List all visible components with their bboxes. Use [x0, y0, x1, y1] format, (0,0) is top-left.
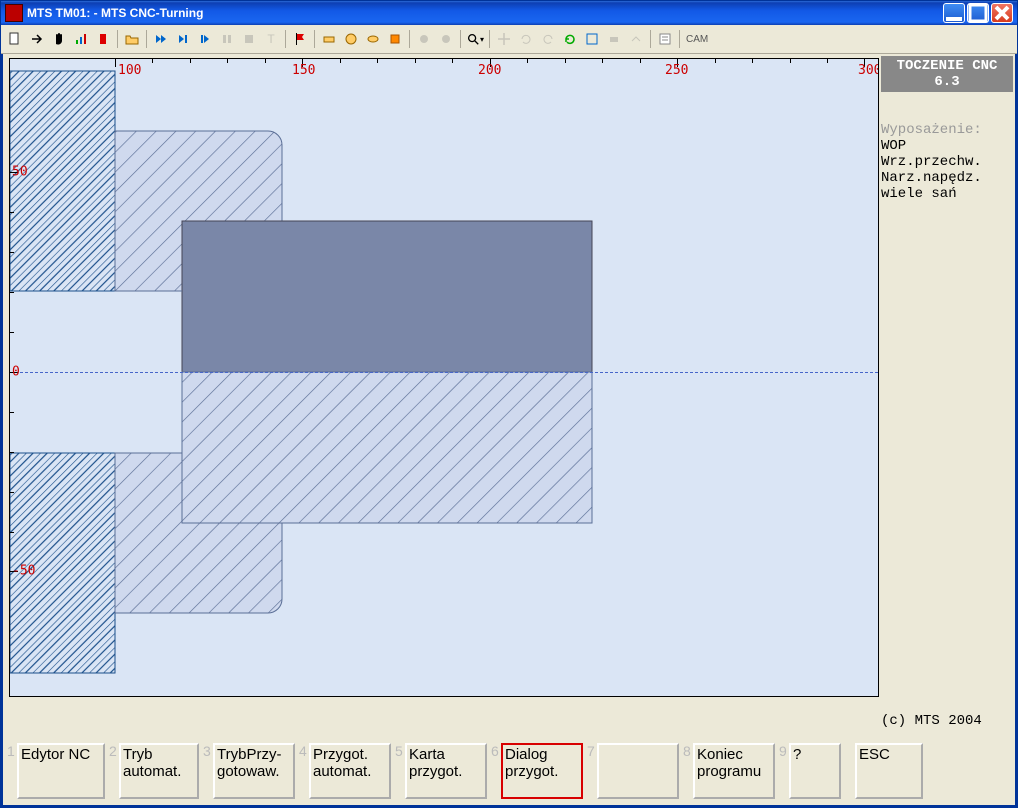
fkey-number: 8 — [683, 743, 691, 759]
fast-forward-icon[interactable] — [151, 29, 171, 49]
fkey-number: 6 — [491, 743, 499, 759]
ruler-y: 50 0 -50 — [10, 59, 34, 696]
center-axis-line — [10, 372, 878, 373]
side-item: Narz.napędz. — [881, 170, 1013, 186]
side-title-line2: 6.3 — [881, 74, 1013, 90]
maximize-button[interactable] — [967, 3, 989, 23]
title-bar[interactable]: MTS TM01: - MTS CNC-Turning — [1, 1, 1017, 25]
fkey-label: automat. — [123, 764, 195, 781]
rotate2-icon[interactable] — [538, 29, 558, 49]
open-folder-icon[interactable] — [122, 29, 142, 49]
fkey-button[interactable]: Dialogprzygot. — [501, 743, 583, 799]
fkey-label: ? — [793, 747, 837, 764]
fkey-button[interactable]: Edytor NC — [17, 743, 105, 799]
fkey-label: Edytor NC — [21, 747, 101, 764]
fkey-label: Karta — [409, 747, 483, 764]
pause-icon[interactable] — [217, 29, 237, 49]
ruler-x-label: 150 — [292, 63, 315, 78]
tool2-icon[interactable] — [341, 29, 361, 49]
step-end-icon[interactable] — [195, 29, 215, 49]
fkey-button[interactable] — [597, 743, 679, 799]
fkey-label: TrybPrzy- — [217, 747, 291, 764]
view1-icon[interactable] — [582, 29, 602, 49]
settings-icon[interactable] — [655, 29, 675, 49]
workpiece-icon — [10, 59, 879, 697]
fkey-number: 3 — [203, 743, 211, 759]
fkey-label: przygot. — [409, 764, 483, 781]
fkey-label: przygot. — [505, 764, 579, 781]
flag-icon[interactable] — [290, 29, 310, 49]
fkey-button[interactable]: ESC — [855, 743, 923, 799]
tool3-icon[interactable] — [363, 29, 383, 49]
fkey-number: 2 — [109, 743, 117, 759]
fkey-label: automat. — [313, 764, 387, 781]
fkey-label: Tryb — [123, 747, 195, 764]
hand-icon[interactable] — [49, 29, 69, 49]
ruler-y-label: 0 — [12, 365, 20, 380]
fkey-label: gotowaw. — [217, 764, 291, 781]
view2-icon[interactable] — [604, 29, 624, 49]
fkey-button[interactable]: TrybPrzy-gotowaw. — [213, 743, 295, 799]
new-file-icon[interactable] — [5, 29, 25, 49]
side-title: TOCZENIE CNC 6.3 — [881, 56, 1013, 92]
fkey-label: programu — [697, 764, 771, 781]
stop-icon[interactable] — [93, 29, 113, 49]
fkey-label: Koniec — [697, 747, 771, 764]
fkey-label: Dialog — [505, 747, 579, 764]
zoom-icon[interactable]: ▾ — [465, 29, 485, 49]
fkey-number: 4 — [299, 743, 307, 759]
side-item: Wrz.przechw. — [881, 154, 1013, 170]
ruler-x-label: 200 — [478, 63, 501, 78]
app-icon — [5, 4, 23, 22]
ruler-y-label: 50 — [12, 165, 28, 180]
process2-icon[interactable] — [436, 29, 456, 49]
fkey-button[interactable]: Trybautomat. — [119, 743, 199, 799]
arrow-right-icon[interactable] — [27, 29, 47, 49]
ruler-x-label: 100 — [118, 63, 141, 78]
refresh-icon[interactable] — [560, 29, 580, 49]
ruler-y-label: -50 — [12, 564, 35, 579]
fkey-number: 7 — [587, 743, 595, 759]
fkey-button[interactable]: Kartaprzygot. — [405, 743, 487, 799]
fkey-bar: 1Edytor NC2Trybautomat.3TrybPrzy-gotowaw… — [3, 737, 1015, 805]
fkey-number: 1 — [7, 743, 15, 759]
view3-icon[interactable] — [626, 29, 646, 49]
canvas-area: 100 150 200 250 300 — [3, 54, 879, 737]
fkey-button[interactable]: Koniecprogramu — [693, 743, 775, 799]
app-window: MTS TM01: - MTS CNC-Turning T ▾ — [0, 0, 1018, 808]
cam-label[interactable]: CAM — [686, 34, 708, 45]
ruler-x: 100 150 200 250 300 — [10, 59, 878, 77]
fkey-label: ESC — [859, 747, 919, 764]
chart-icon[interactable] — [71, 29, 91, 49]
side-item: WOP — [881, 138, 1013, 154]
move-icon[interactable] — [494, 29, 514, 49]
tool1-icon[interactable] — [319, 29, 339, 49]
text-icon[interactable]: T — [261, 29, 281, 49]
window-title: MTS TM01: - MTS CNC-Turning — [27, 6, 203, 20]
process1-icon[interactable] — [414, 29, 434, 49]
toolbar: T ▾ CAM — [1, 25, 1017, 54]
side-title-line1: TOCZENIE CNC — [881, 58, 1013, 74]
rotate1-icon[interactable] — [516, 29, 536, 49]
client-area: 100 150 200 250 300 — [1, 54, 1017, 807]
close-button[interactable] — [991, 3, 1013, 23]
side-item: wiele sań — [881, 186, 1013, 202]
minimize-button[interactable] — [943, 3, 965, 23]
square-icon[interactable] — [239, 29, 259, 49]
tool4-icon[interactable] — [385, 29, 405, 49]
side-panel: TOCZENIE CNC 6.3 Wyposażenie: WOP Wrz.pr… — [879, 54, 1015, 737]
side-copyright: (c) MTS 2004 — [881, 713, 1013, 735]
fkey-button[interactable]: ? — [789, 743, 841, 799]
fkey-label: Przygot. — [313, 747, 387, 764]
fkey-number: 5 — [395, 743, 403, 759]
drawing-canvas[interactable]: 100 150 200 250 300 — [9, 58, 879, 697]
ruler-x-label: 250 — [665, 63, 688, 78]
fkey-button[interactable]: Przygot.automat. — [309, 743, 391, 799]
side-group-label: Wyposażenie: — [881, 122, 1013, 138]
fkey-number: 9 — [779, 743, 787, 759]
step-forward-icon[interactable] — [173, 29, 193, 49]
ruler-x-label: 300 — [858, 63, 879, 78]
